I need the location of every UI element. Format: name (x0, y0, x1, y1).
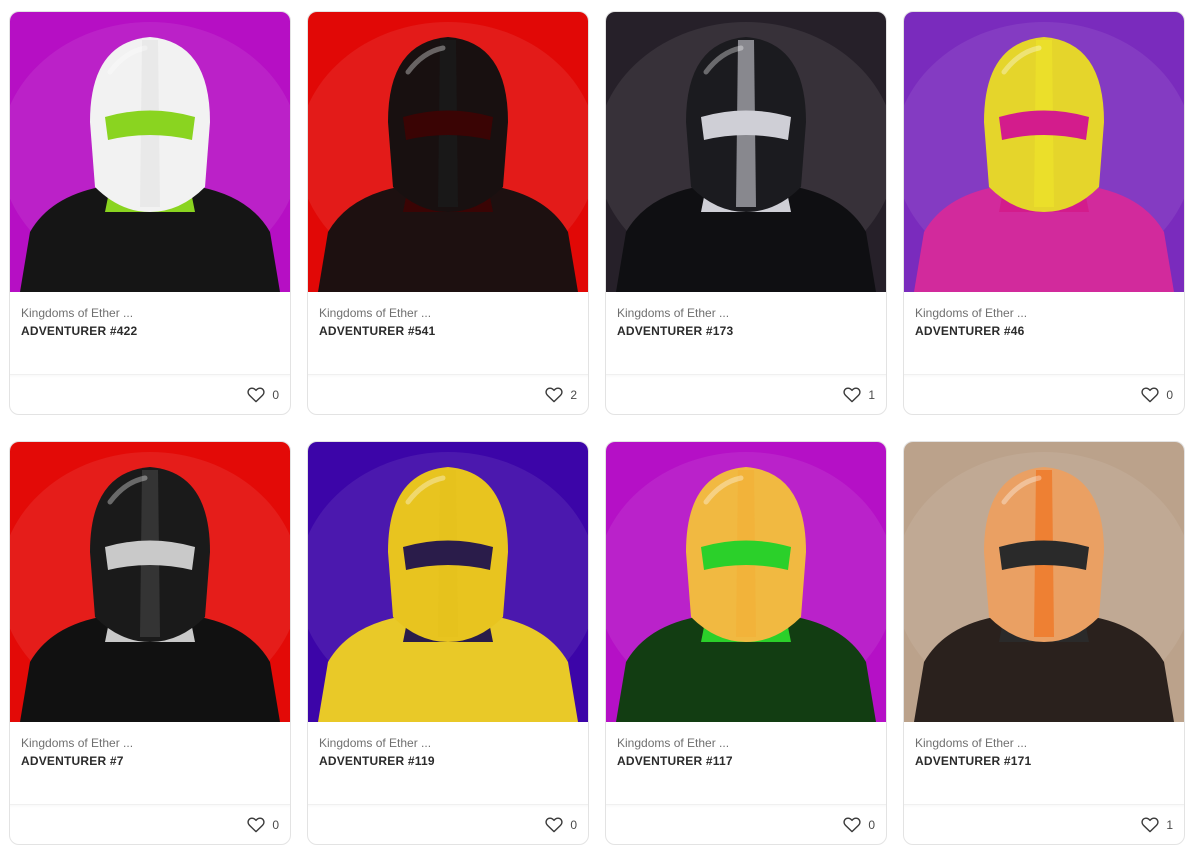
nft-card[interactable]: Kingdoms of Ether ... ADVENTURER #422 0 (9, 11, 291, 415)
like-button[interactable]: 0 (247, 816, 279, 833)
heart-icon (1141, 386, 1159, 402)
heart-icon (1141, 816, 1159, 832)
nft-card-footer: 1 (904, 804, 1184, 844)
like-button[interactable]: 2 (545, 386, 577, 403)
nft-title[interactable]: ADVENTURER #117 (617, 754, 875, 769)
nft-card[interactable]: Kingdoms of Ether ... ADVENTURER #541 2 (307, 11, 589, 415)
nft-card[interactable]: Kingdoms of Ether ... ADVENTURER #117 0 (605, 441, 887, 845)
like-count: 0 (868, 817, 875, 832)
nft-card[interactable]: Kingdoms of Ether ... ADVENTURER #46 0 (903, 11, 1185, 415)
nft-card-info: Kingdoms of Ether ... ADVENTURER #171 (904, 722, 1184, 804)
nft-card-footer: 0 (10, 804, 290, 844)
nft-title[interactable]: ADVENTURER #171 (915, 754, 1173, 769)
nft-title[interactable]: ADVENTURER #119 (319, 754, 577, 769)
nft-title[interactable]: ADVENTURER #173 (617, 324, 875, 339)
like-button[interactable]: 0 (545, 816, 577, 833)
collection-name[interactable]: Kingdoms of Ether ... (617, 736, 875, 751)
like-count: 0 (570, 817, 577, 832)
nft-card-footer: 0 (904, 374, 1184, 414)
like-button[interactable]: 1 (1141, 816, 1173, 833)
nft-card-info: Kingdoms of Ether ... ADVENTURER #117 (606, 722, 886, 804)
like-count: 0 (1166, 387, 1173, 402)
like-button[interactable]: 0 (247, 386, 279, 403)
nft-card-info: Kingdoms of Ether ... ADVENTURER #46 (904, 292, 1184, 374)
nft-artwork-image (10, 12, 290, 292)
like-count: 0 (272, 387, 279, 402)
nft-card[interactable]: Kingdoms of Ether ... ADVENTURER #7 0 (9, 441, 291, 845)
nft-title[interactable]: ADVENTURER #7 (21, 754, 279, 769)
collection-name[interactable]: Kingdoms of Ether ... (319, 736, 577, 751)
nft-artwork[interactable] (10, 12, 290, 292)
heart-icon (247, 386, 265, 402)
nft-card-info: Kingdoms of Ether ... ADVENTURER #173 (606, 292, 886, 374)
nft-card-footer: 0 (308, 804, 588, 844)
nft-card-footer: 0 (10, 374, 290, 414)
nft-artwork-image (308, 12, 588, 292)
nft-card-info: Kingdoms of Ether ... ADVENTURER #7 (10, 722, 290, 804)
collection-name[interactable]: Kingdoms of Ether ... (21, 306, 279, 321)
nft-card[interactable]: Kingdoms of Ether ... ADVENTURER #173 1 (605, 11, 887, 415)
nft-grid: Kingdoms of Ether ... ADVENTURER #422 0 (9, 11, 1185, 845)
nft-card-info: Kingdoms of Ether ... ADVENTURER #119 (308, 722, 588, 804)
nft-card-info: Kingdoms of Ether ... ADVENTURER #422 (10, 292, 290, 374)
heart-icon (843, 386, 861, 402)
collection-name[interactable]: Kingdoms of Ether ... (915, 306, 1173, 321)
nft-card[interactable]: Kingdoms of Ether ... ADVENTURER #119 0 (307, 441, 589, 845)
nft-artwork-image (904, 442, 1184, 722)
nft-artwork-image (308, 442, 588, 722)
nft-artwork[interactable] (308, 12, 588, 292)
nft-title[interactable]: ADVENTURER #422 (21, 324, 279, 339)
nft-card-footer: 0 (606, 804, 886, 844)
heart-icon (545, 816, 563, 832)
like-count: 1 (1166, 817, 1173, 832)
heart-icon (247, 816, 265, 832)
nft-artwork-image (904, 12, 1184, 292)
nft-title[interactable]: ADVENTURER #541 (319, 324, 577, 339)
nft-card-footer: 1 (606, 374, 886, 414)
nft-artwork-image (10, 442, 290, 722)
like-count: 2 (570, 387, 577, 402)
collection-name[interactable]: Kingdoms of Ether ... (21, 736, 279, 751)
nft-artwork[interactable] (606, 442, 886, 722)
collection-name[interactable]: Kingdoms of Ether ... (617, 306, 875, 321)
nft-artwork[interactable] (308, 442, 588, 722)
nft-artwork[interactable] (10, 442, 290, 722)
like-button[interactable]: 0 (1141, 386, 1173, 403)
nft-artwork[interactable] (904, 442, 1184, 722)
nft-card[interactable]: Kingdoms of Ether ... ADVENTURER #171 1 (903, 441, 1185, 845)
like-count: 1 (868, 387, 875, 402)
collection-name[interactable]: Kingdoms of Ether ... (915, 736, 1173, 751)
collection-name[interactable]: Kingdoms of Ether ... (319, 306, 577, 321)
heart-icon (545, 386, 563, 402)
nft-artwork-image (606, 442, 886, 722)
nft-title[interactable]: ADVENTURER #46 (915, 324, 1173, 339)
nft-card-info: Kingdoms of Ether ... ADVENTURER #541 (308, 292, 588, 374)
nft-card-footer: 2 (308, 374, 588, 414)
like-button[interactable]: 1 (843, 386, 875, 403)
nft-artwork[interactable] (904, 12, 1184, 292)
nft-artwork-image (606, 12, 886, 292)
nft-artwork[interactable] (606, 12, 886, 292)
like-button[interactable]: 0 (843, 816, 875, 833)
heart-icon (843, 816, 861, 832)
like-count: 0 (272, 817, 279, 832)
